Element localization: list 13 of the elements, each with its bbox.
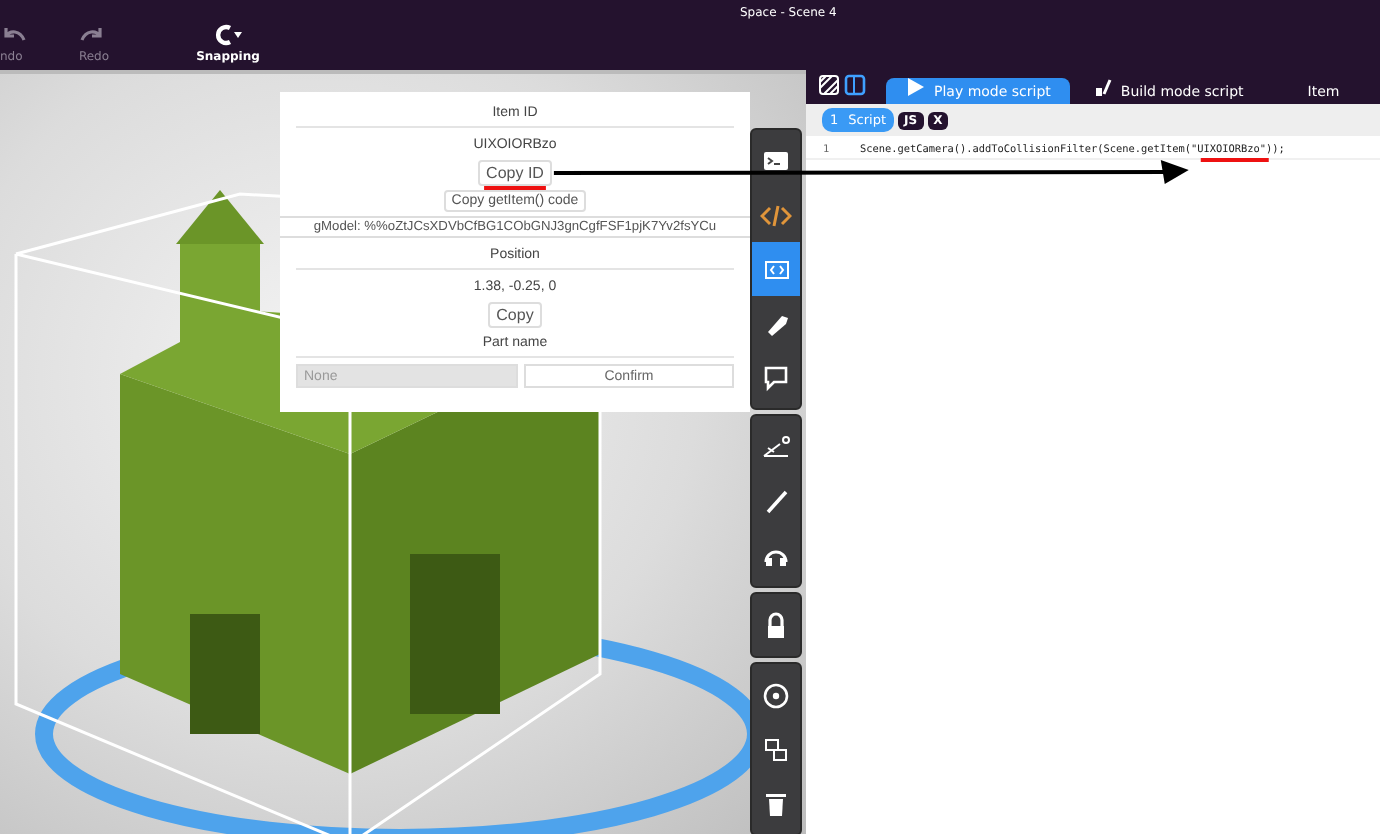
speech-bubble-icon (760, 361, 792, 393)
magnet-icon (212, 22, 244, 46)
annotation-underline (484, 186, 546, 190)
swap-icon (760, 733, 792, 765)
grid-icon (818, 74, 840, 96)
panel-icon (844, 74, 866, 96)
copy-button[interactable]: Copy (488, 302, 542, 328)
copy-id-button[interactable]: Copy ID (478, 160, 552, 186)
angle-icon (760, 431, 792, 463)
play-icon (906, 76, 926, 98)
annotation-underline (1200, 158, 1269, 162)
disc-icon (760, 679, 792, 711)
brush-icon (1094, 77, 1113, 97)
